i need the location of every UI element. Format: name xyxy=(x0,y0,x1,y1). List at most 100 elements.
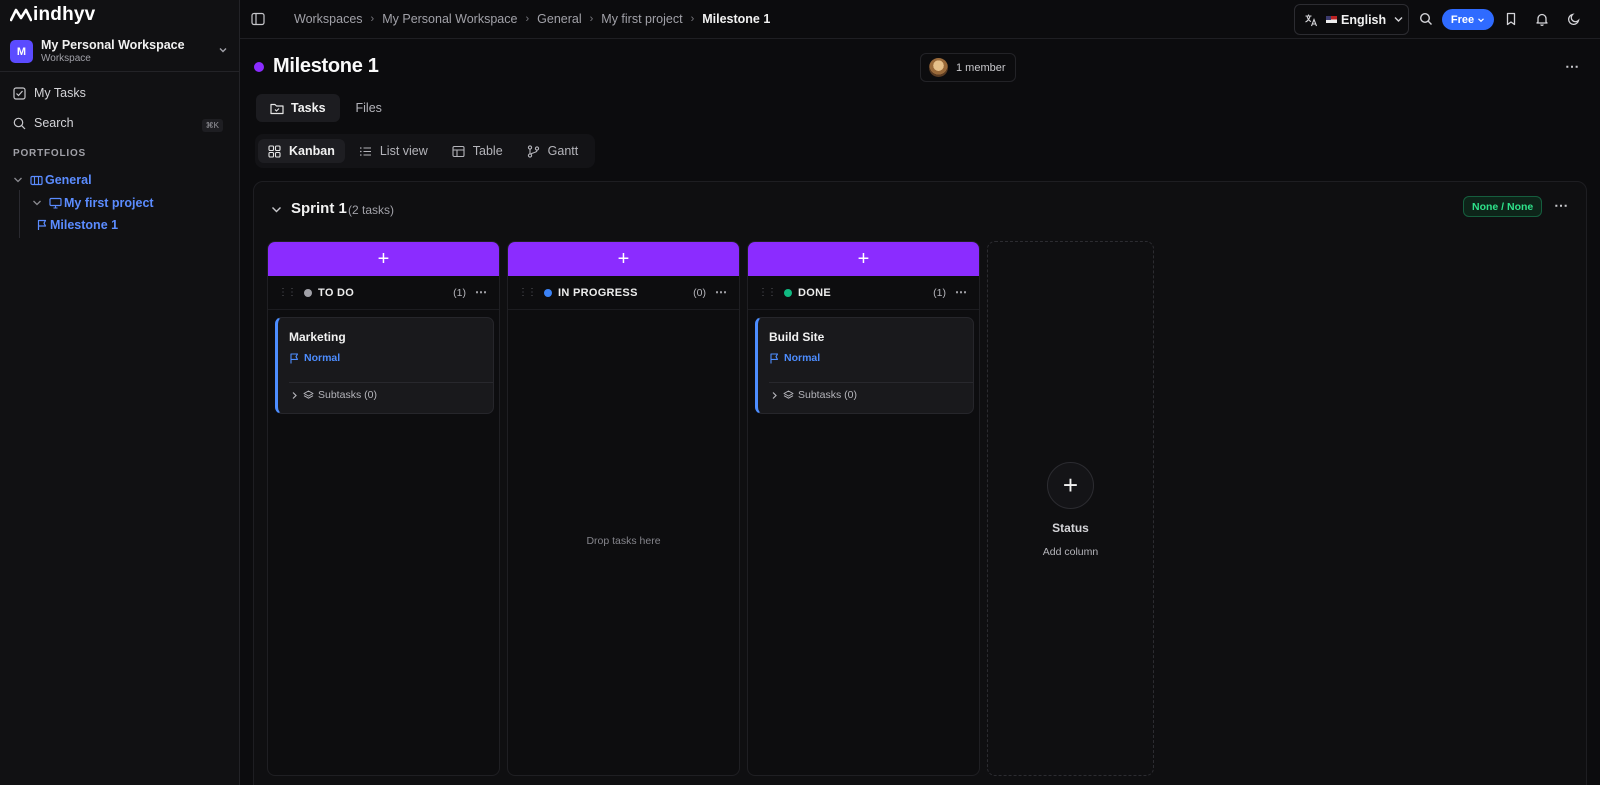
tree-label-milestone: Milestone 1 xyxy=(50,218,119,232)
tab-tasks[interactable]: Tasks xyxy=(256,94,340,122)
sidebar-item-search[interactable]: Search xyxy=(12,116,74,130)
add-task-button[interactable]: + xyxy=(268,242,499,276)
column-title: DONE xyxy=(798,286,831,299)
workspace-avatar: M xyxy=(10,40,33,63)
status-dot xyxy=(544,288,552,297)
flag-icon xyxy=(289,352,300,364)
breadcrumb-portfolio[interactable]: General xyxy=(537,12,581,26)
column-more-icon[interactable]: ⋯ xyxy=(955,285,967,299)
view-switcher: Kanban List view Table Gantt xyxy=(255,134,596,168)
checkbox-icon xyxy=(12,86,26,100)
view-kanban[interactable]: Kanban xyxy=(258,139,345,163)
view-gantt[interactable]: Gantt xyxy=(517,139,589,163)
kanban-column-in-progress: + ⋮⋮ IN PROGRESS (0) ⋯ Drop tasks here xyxy=(507,241,740,776)
language-selector[interactable]: English xyxy=(1294,4,1409,35)
breadcrumb-workspace[interactable]: My Personal Workspace xyxy=(382,12,517,26)
tree-label-portfolio: General xyxy=(45,173,92,187)
sprint-date-range-badge[interactable]: None / None xyxy=(1463,196,1543,217)
search-icon[interactable] xyxy=(1419,12,1433,31)
subtasks-toggle[interactable]: Subtasks (0) xyxy=(770,389,857,401)
members-button[interactable]: 1 member xyxy=(920,53,1016,82)
sprint-title: Sprint 1 xyxy=(291,200,347,217)
chevron-down-icon[interactable] xyxy=(12,174,24,186)
us-flag-icon xyxy=(1326,16,1337,23)
view-label: Kanban xyxy=(289,144,335,158)
members-label: 1 member xyxy=(956,61,1006,74)
chevron-down-icon[interactable] xyxy=(270,203,283,221)
breadcrumb-separator-icon: › xyxy=(370,13,375,25)
plus-icon: + xyxy=(617,247,630,270)
flag-icon xyxy=(37,219,47,230)
sidebar: indhyv M My Personal Workspace Workspace… xyxy=(0,0,240,785)
tree-item-project[interactable]: My first project xyxy=(31,196,154,210)
drag-handle-icon[interactable]: ⋮⋮ xyxy=(518,287,537,298)
breadcrumb-project[interactable]: My first project xyxy=(601,12,682,26)
translate-icon xyxy=(1305,14,1318,26)
flag-icon xyxy=(769,352,780,364)
tab-files[interactable]: Files xyxy=(342,94,396,122)
task-priority[interactable]: Normal xyxy=(769,352,820,364)
content-tabs: Tasks Files xyxy=(256,94,398,122)
add-task-button[interactable]: + xyxy=(508,242,739,276)
status-dot xyxy=(784,288,792,297)
breadcrumb-current: Milestone 1 xyxy=(702,12,771,26)
sidebar-item-label: Search xyxy=(34,116,74,130)
moon-icon[interactable] xyxy=(1567,12,1581,31)
breadcrumb-separator-icon: › xyxy=(690,13,695,25)
plus-icon: + xyxy=(377,247,390,270)
plan-button[interactable]: Free xyxy=(1442,9,1494,30)
portfolios-heading: PORTFOLIOS xyxy=(13,148,86,159)
app-logo[interactable]: indhyv xyxy=(0,0,239,30)
breadcrumb-workspaces[interactable]: Workspaces xyxy=(294,12,363,26)
view-label: List view xyxy=(379,144,428,158)
breadcrumb-separator-icon: › xyxy=(589,13,594,25)
git-branch-icon xyxy=(527,144,540,158)
chevron-right-icon xyxy=(290,391,299,400)
add-column-button[interactable]: + xyxy=(1047,462,1094,509)
tree-guide-line xyxy=(19,190,20,238)
toggle-sidebar-icon[interactable] xyxy=(251,12,265,31)
workspace-switcher[interactable]: M My Personal Workspace Workspace xyxy=(0,32,240,72)
column-more-icon[interactable]: ⋯ xyxy=(715,285,727,299)
grid-icon xyxy=(268,144,281,158)
tree-item-portfolio[interactable]: General xyxy=(12,173,92,187)
drag-handle-icon[interactable]: ⋮⋮ xyxy=(278,287,297,298)
priority-label: Normal xyxy=(784,352,821,364)
bell-icon[interactable] xyxy=(1535,12,1549,31)
tab-label: Files xyxy=(355,101,382,115)
drag-handle-icon[interactable]: ⋮⋮ xyxy=(758,287,777,298)
task-title: Marketing xyxy=(289,330,346,344)
page-title: Milestone 1 xyxy=(273,55,379,77)
task-card[interactable]: Build Site Normal Subtasks (0) xyxy=(755,317,974,414)
layers-icon xyxy=(783,390,794,401)
range-label: None / None xyxy=(1472,200,1534,213)
card-divider xyxy=(769,382,973,383)
status-dot xyxy=(304,288,312,297)
tab-label: Tasks xyxy=(291,101,326,115)
sprint-more-icon[interactable]: ⋯ xyxy=(1554,197,1569,214)
task-priority[interactable]: Normal xyxy=(289,352,340,364)
view-label: Table xyxy=(472,144,503,158)
breadcrumb: Workspaces › My Personal Workspace › Gen… xyxy=(294,12,770,26)
layers-icon xyxy=(303,390,314,401)
view-list[interactable]: List view xyxy=(349,139,438,163)
logo-mark-icon xyxy=(10,8,32,22)
tree-item-milestone[interactable]: Milestone 1 xyxy=(36,218,118,232)
column-count: (1) xyxy=(453,286,466,299)
sprint-task-count: (2 tasks) xyxy=(348,203,395,217)
task-card[interactable]: Marketing Normal Subtasks (0) xyxy=(275,317,494,414)
column-count: (1) xyxy=(933,286,946,299)
view-table[interactable]: Table xyxy=(442,139,513,163)
column-more-icon[interactable]: ⋯ xyxy=(475,285,487,299)
language-label: English xyxy=(1341,12,1387,27)
sidebar-item-my-tasks[interactable]: My Tasks xyxy=(12,86,86,100)
chevron-down-icon xyxy=(1394,17,1403,22)
column-title: IN PROGRESS xyxy=(558,286,638,299)
bookmark-icon[interactable] xyxy=(1504,12,1518,31)
add-column-title: Status xyxy=(1052,521,1089,535)
add-task-button[interactable]: + xyxy=(748,242,979,276)
subtasks-toggle[interactable]: Subtasks (0) xyxy=(290,389,377,401)
page-more-icon[interactable]: ⋯ xyxy=(1565,58,1580,75)
chevron-down-icon xyxy=(219,48,227,53)
chevron-down-icon[interactable] xyxy=(31,197,43,209)
